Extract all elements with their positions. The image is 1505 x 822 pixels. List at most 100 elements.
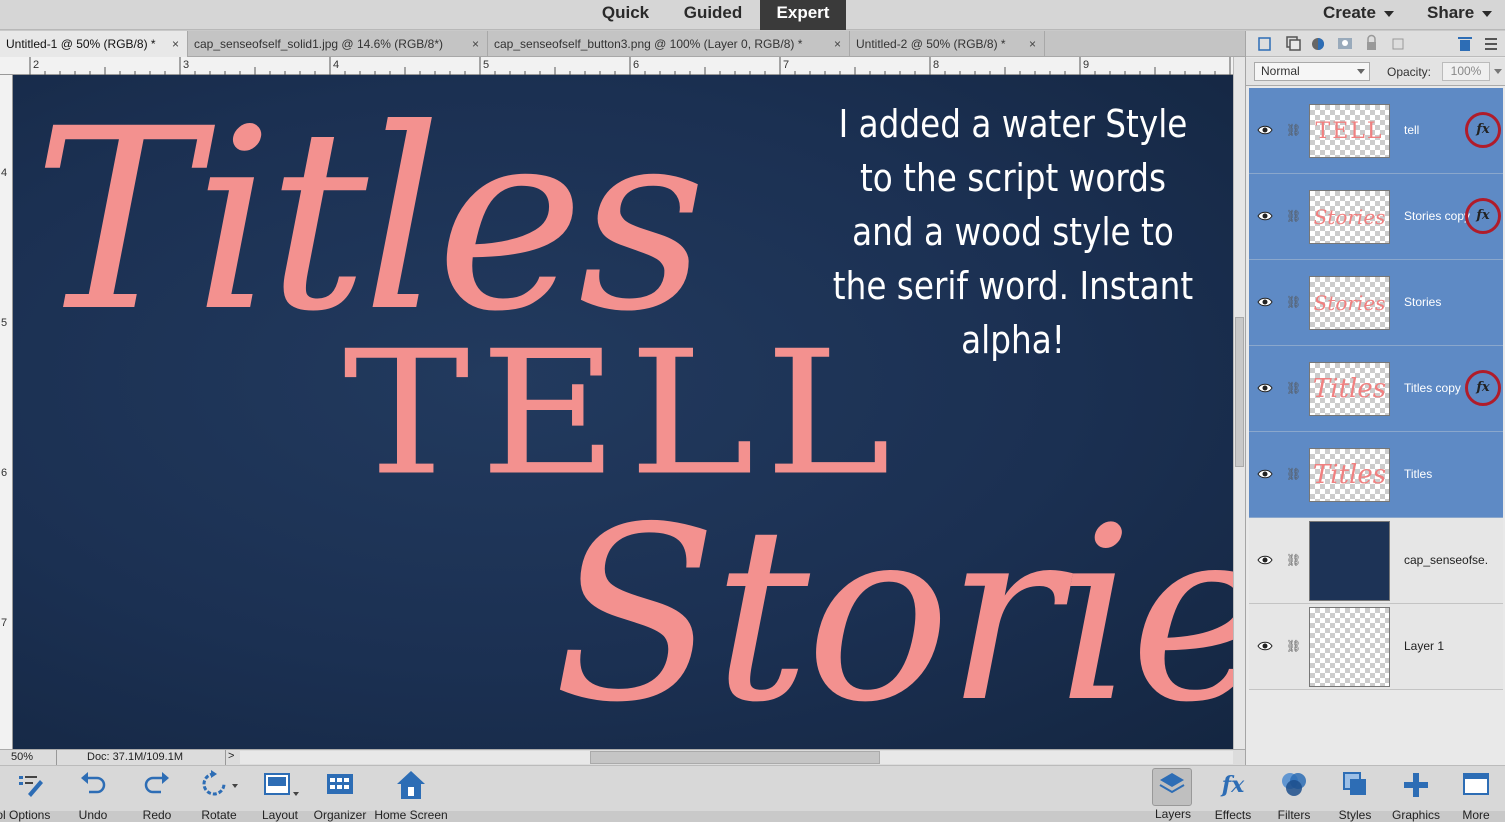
fx-icon[interactable]: fx [1465, 112, 1501, 148]
thumbnail-text: Titles [1312, 374, 1387, 404]
opacity-input[interactable]: 100% [1442, 62, 1490, 81]
link-icon[interactable]: ⛓ [1286, 467, 1301, 481]
eye-icon[interactable] [1257, 208, 1273, 224]
link-icon[interactable]: ⛓ [1286, 639, 1301, 653]
layer-name: cap_senseofse... [1404, 553, 1489, 567]
chevron-down-icon [1482, 10, 1493, 17]
mode-guided[interactable]: Guided [672, 0, 754, 30]
organizer-icon [327, 774, 353, 794]
home-icon [397, 771, 425, 799]
thumbnail-text: Stories [1313, 205, 1386, 229]
ruler-left: 4 5 6 7 [0, 75, 13, 749]
graphics-button[interactable]: Graphics [1387, 770, 1445, 822]
ruler-label: 4 [1, 167, 8, 179]
styles-icon [1343, 772, 1366, 795]
layer-thumbnail: TELL [1309, 104, 1390, 158]
styles-button[interactable]: Styles [1326, 770, 1384, 822]
canvas-annotation-text: I added a water Style to the script word… [832, 102, 1194, 362]
layer-tool-icons[interactable] [1246, 31, 1505, 57]
layer-row-background[interactable]: ⛓ cap_senseofse... [1249, 518, 1503, 604]
rotate-button[interactable]: Rotate [190, 770, 248, 822]
status-menu-arrow[interactable]: > [228, 750, 234, 762]
layer-thumbnail [1309, 607, 1390, 687]
close-icon[interactable]: × [1029, 31, 1036, 57]
tab-label: cap_senseofself_solid1.jpg @ 14.6% (RGB/… [194, 37, 443, 51]
ruler-top: 2 3 4 5 6 7 8 9 [0, 57, 1233, 75]
eye-icon[interactable] [1257, 552, 1273, 568]
effects-icon: fx [1220, 772, 1245, 798]
vertical-scrollbar[interactable] [1233, 57, 1245, 749]
layer-name: Layer 1 [1404, 639, 1445, 653]
link-icon[interactable]: ⛓ [1286, 209, 1301, 223]
layer-row-stories[interactable]: ⛓ Stories Stories [1249, 260, 1503, 346]
chevron-down-icon[interactable] [1494, 69, 1502, 74]
redo-button[interactable]: Redo [128, 770, 186, 822]
filters-button[interactable]: Filters [1265, 770, 1323, 822]
close-icon[interactable]: × [834, 31, 841, 57]
create-menu[interactable]: Create [1323, 0, 1394, 26]
undo-icon [81, 772, 106, 794]
undo-button[interactable]: Undo [64, 770, 122, 822]
mode-expert[interactable]: Expert [760, 0, 846, 30]
layers-toolbar [1246, 31, 1505, 57]
tab-button3[interactable]: cap_senseofself_button3.png @ 100% (Laye… [488, 31, 850, 57]
redo-icon [144, 772, 169, 794]
organizer-button[interactable]: Organizer [311, 770, 369, 822]
home-screen-button[interactable]: Home Screen [374, 770, 448, 822]
layout-button[interactable]: Layout [251, 770, 309, 822]
layer-thumbnail: Stories [1309, 190, 1390, 244]
tab-label: Untitled-1 @ 50% (RGB/8) * [6, 37, 156, 51]
ruler-label: 6 [1, 467, 8, 479]
eye-icon[interactable] [1257, 122, 1273, 138]
layout-icon [264, 773, 299, 796]
ruler-label: 7 [1, 617, 8, 629]
eye-icon[interactable] [1257, 294, 1273, 310]
close-icon[interactable]: × [472, 31, 479, 57]
document-tabs: Untitled-1 @ 50% (RGB/8) * × cap_senseofs… [0, 31, 1245, 57]
layers-button[interactable]: Layers [1152, 768, 1192, 821]
tab-untitled-1[interactable]: Untitled-1 @ 50% (RGB/8) * × [0, 31, 188, 57]
layer-thumbnail [1309, 521, 1390, 601]
effects-button[interactable]: fx Effects [1204, 770, 1262, 822]
ruler-label: 3 [183, 59, 190, 71]
button-label: Organizer [313, 808, 367, 822]
scroll-thumb[interactable] [590, 751, 880, 764]
layer-row-layer-1[interactable]: ⛓ Layer 1 [1249, 604, 1503, 690]
layer-row-tell[interactable]: ⛓ TELL tell fx [1249, 88, 1503, 174]
opacity-label: Opacity: [1387, 65, 1432, 79]
share-menu[interactable]: Share [1427, 0, 1493, 26]
fx-icon[interactable]: fx [1465, 198, 1501, 234]
link-icon[interactable]: ⛓ [1286, 295, 1301, 309]
thumbnail-text: Titles [1312, 460, 1387, 490]
layer-row-titles-copy[interactable]: ⛓ Titles Titles copy fx [1249, 346, 1503, 432]
link-icon[interactable]: ⛓ [1286, 381, 1301, 395]
chevron-down-icon [1357, 69, 1365, 74]
tab-untitled-2[interactable]: Untitled-2 @ 50% (RGB/8) * × [850, 31, 1045, 57]
eye-icon[interactable] [1257, 380, 1273, 396]
tab-label: cap_senseofself_button3.png @ 100% (Laye… [494, 37, 803, 51]
mode-quick[interactable]: Quick [588, 0, 663, 30]
tool-options-button[interactable]: Tool Options [0, 770, 58, 822]
link-icon[interactable]: ⛓ [1286, 553, 1301, 567]
more-button[interactable]: More [1447, 770, 1505, 822]
zoom-readout[interactable]: 50% [11, 751, 33, 763]
layer-row-titles[interactable]: ⛓ Titles Titles [1249, 432, 1503, 518]
ruler-label: 9 [1083, 59, 1090, 71]
tab-solid1[interactable]: cap_senseofself_solid1.jpg @ 14.6% (RGB/… [188, 31, 488, 57]
eye-icon[interactable] [1257, 466, 1273, 482]
ruler-label: 2 [33, 59, 40, 71]
layer-row-stories-copy[interactable]: ⛓ Stories Stories copy fx [1249, 174, 1503, 260]
blend-mode-value: Normal [1261, 64, 1300, 78]
link-icon[interactable]: ⛓ [1286, 123, 1301, 137]
button-label: Tool Options [0, 808, 51, 822]
tool-options-icon [19, 776, 43, 797]
eye-icon[interactable] [1257, 638, 1273, 654]
blend-mode-select[interactable]: Normal [1254, 62, 1370, 81]
horizontal-scrollbar[interactable] [240, 751, 1233, 764]
scroll-thumb[interactable] [1235, 317, 1244, 467]
close-icon[interactable]: × [172, 31, 179, 57]
create-label: Create [1323, 3, 1376, 22]
document-canvas[interactable]: Titles TELL Stories I added a water Styl… [13, 75, 1233, 749]
fx-icon[interactable]: fx [1465, 370, 1501, 406]
bottom-taskbar: Tool Options Undo Redo Rotate Layout Org… [0, 765, 1505, 822]
